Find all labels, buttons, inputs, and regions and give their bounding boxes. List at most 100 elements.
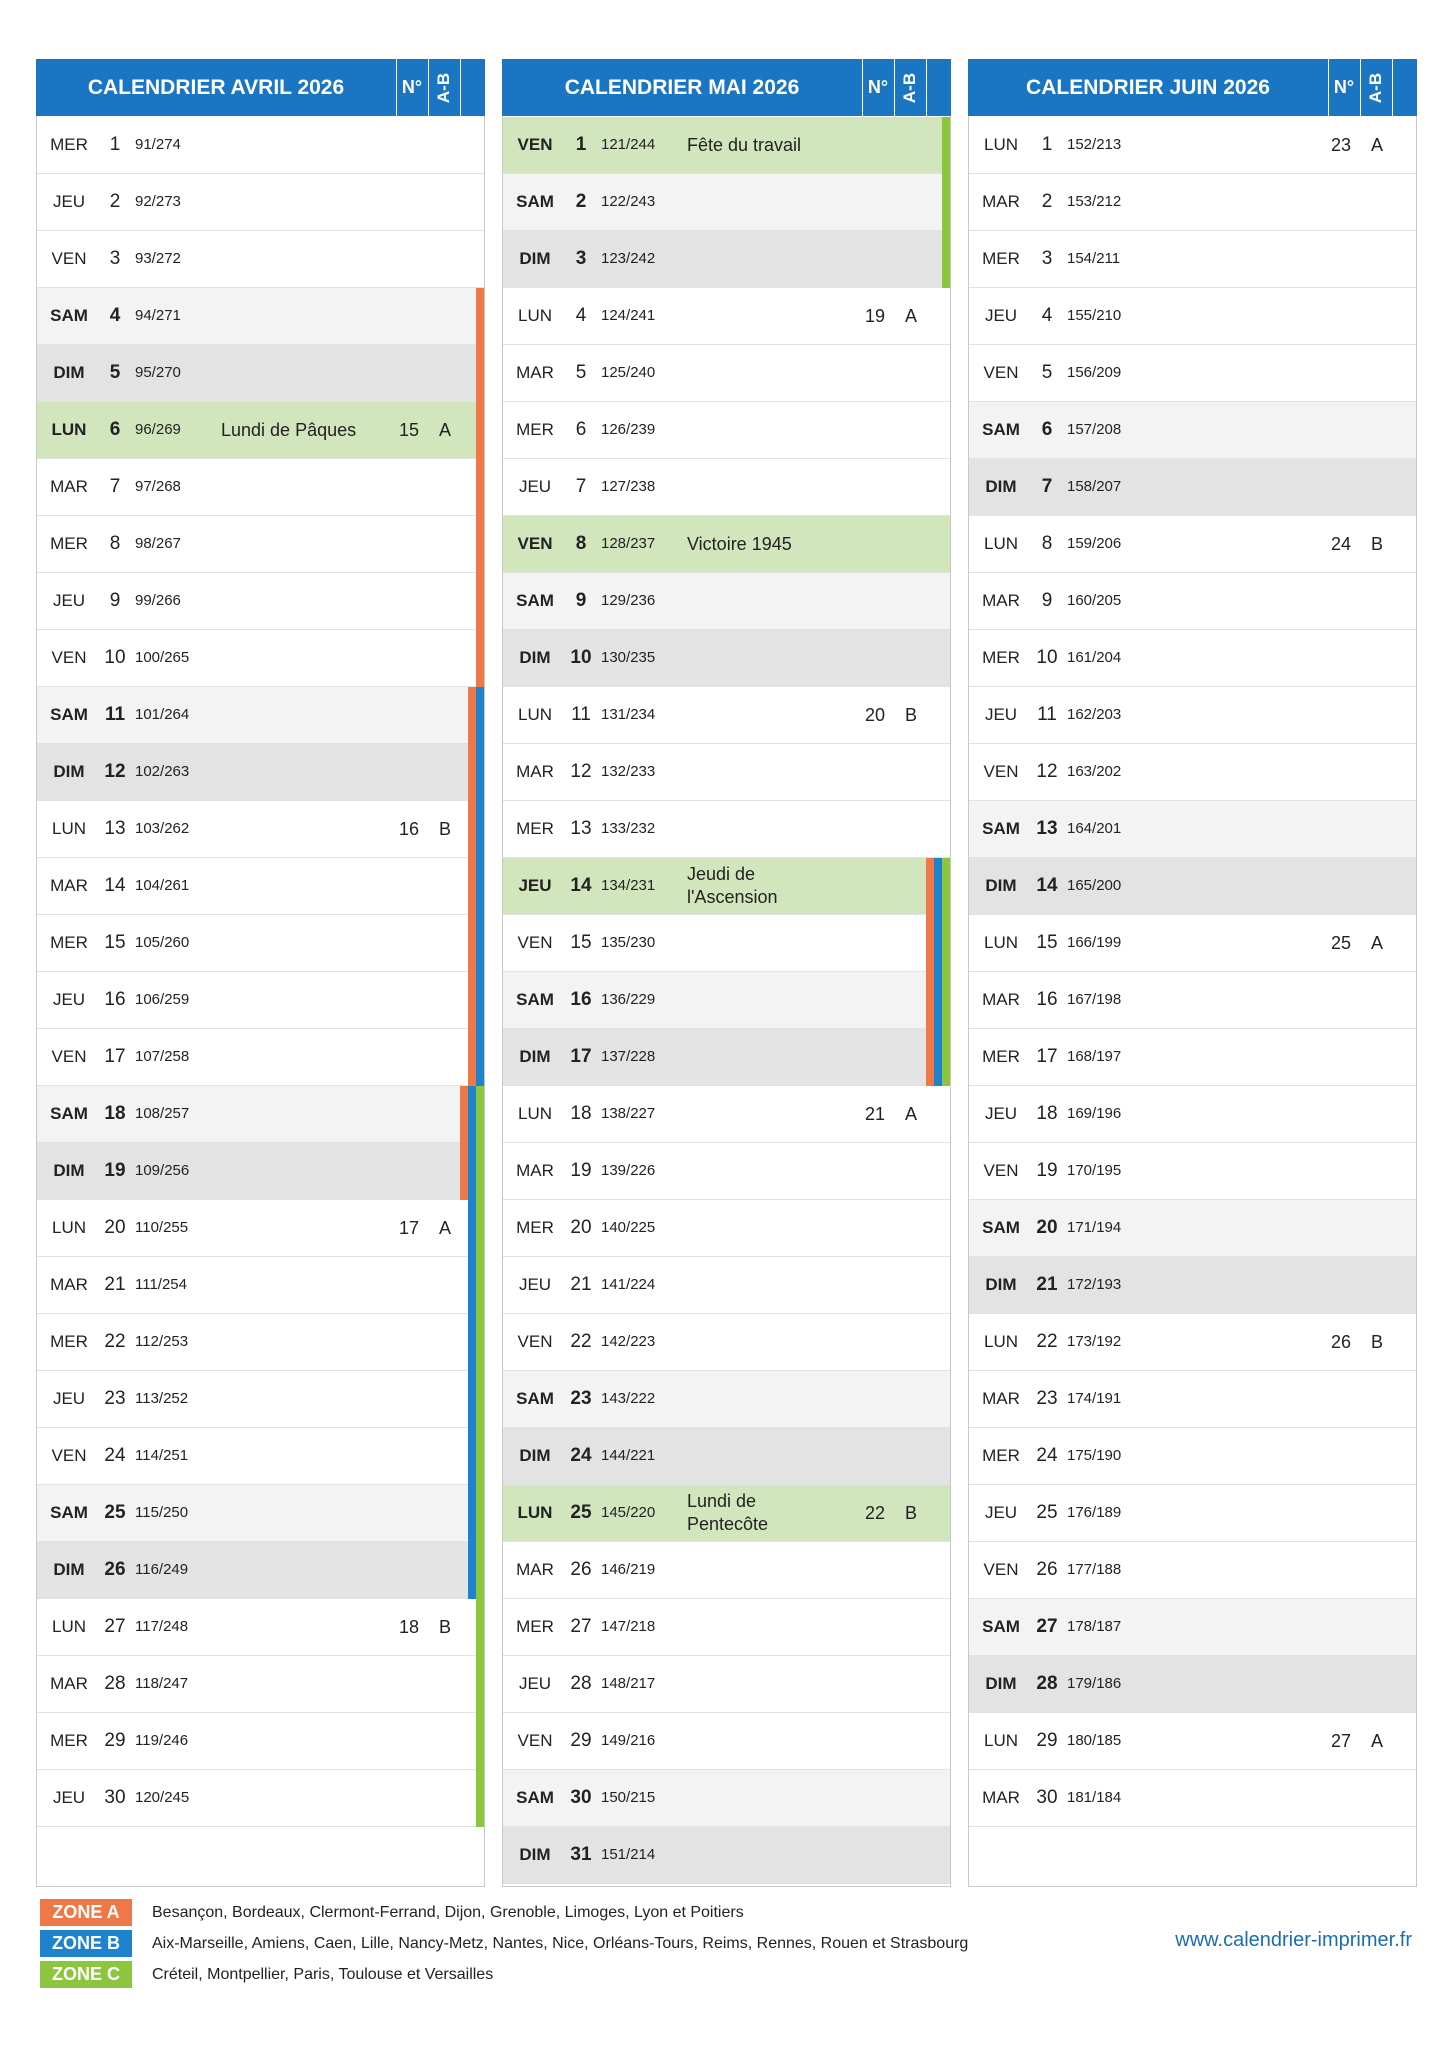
zone-b-cities: Aix-Marseille, Amiens, Caen, Lille, Nanc… bbox=[152, 1935, 969, 1952]
day-number: 16 bbox=[1036, 989, 1058, 1010]
month-title: CALENDRIER MAI 2026 bbox=[564, 76, 800, 99]
day-row: MAR 21 111/254 bbox=[37, 1257, 484, 1314]
day-number: 17 bbox=[104, 1046, 126, 1067]
day-of-year: 170/195 bbox=[1067, 1162, 1122, 1179]
zone-b-holiday-bar bbox=[934, 858, 942, 915]
month-april: CALENDRIER AVRIL 2026 N° A-B MER 1 91/274 J… bbox=[36, 59, 485, 1887]
day-number: 29 bbox=[104, 1730, 126, 1751]
day-number: 7 bbox=[1041, 476, 1053, 497]
day-number: 23 bbox=[570, 1388, 592, 1409]
day-of-year: 149/216 bbox=[601, 1732, 656, 1749]
day-row: LUN 1 152/213 23 A bbox=[969, 117, 1416, 174]
day-number: 3 bbox=[109, 248, 121, 269]
day-of-year: 120/245 bbox=[135, 1789, 190, 1806]
day-row: JEU 11 162/203 bbox=[969, 687, 1416, 744]
day-name: DIM bbox=[53, 1161, 85, 1180]
day-row: VEN 1 121/244 Fête du travail bbox=[503, 117, 950, 174]
day-of-year: 130/235 bbox=[601, 649, 656, 666]
day-row: MAR 9 160/205 bbox=[969, 573, 1416, 630]
day-name: LUN bbox=[983, 135, 1018, 154]
zone-c-holiday-bar bbox=[476, 1770, 484, 1827]
day-of-year: 176/189 bbox=[1067, 1504, 1122, 1521]
day-of-year: 125/240 bbox=[601, 364, 656, 381]
day-of-year: 171/194 bbox=[1067, 1219, 1122, 1236]
day-number: 27 bbox=[104, 1616, 126, 1637]
day-name: MAR bbox=[516, 363, 554, 382]
day-name: VEN bbox=[983, 762, 1019, 781]
zone-b-holiday-bar bbox=[476, 915, 484, 972]
day-row: VEN 17 107/258 bbox=[37, 1029, 484, 1086]
day-of-year: 97/268 bbox=[135, 478, 181, 495]
day-name: LUN bbox=[517, 1104, 552, 1123]
day-of-year: 150/215 bbox=[601, 1789, 656, 1806]
day-row: SAM 18 108/257 bbox=[37, 1086, 484, 1143]
day-name: MER bbox=[50, 135, 88, 154]
zone-a-holiday-bar bbox=[468, 915, 476, 972]
zone-b-holiday-bar bbox=[476, 744, 484, 801]
zone-a-holiday-bar bbox=[476, 459, 484, 516]
day-of-year: 110/255 bbox=[135, 1219, 189, 1236]
day-row: DIM 12 102/263 bbox=[37, 744, 484, 801]
day-row: JEU 7 127/238 bbox=[503, 459, 950, 516]
day-name: MAR bbox=[982, 192, 1020, 211]
website-link[interactable]: www.calendrier-imprimer.fr bbox=[1175, 1929, 1412, 1952]
day-name: MAR bbox=[982, 591, 1020, 610]
day-of-year: 154/211 bbox=[1067, 250, 1121, 267]
day-of-year: 98/267 bbox=[135, 535, 181, 552]
day-of-year: 141/224 bbox=[601, 1276, 656, 1293]
day-row: SAM 30 150/215 bbox=[503, 1770, 950, 1827]
day-row: LUN 13 103/262 16 B bbox=[37, 801, 484, 858]
day-name: MER bbox=[50, 534, 88, 553]
day-number: 10 bbox=[1036, 647, 1058, 668]
day-name: VEN bbox=[51, 1446, 87, 1465]
ab-week-header: A-B bbox=[1366, 72, 1385, 103]
zone-b-holiday-bar bbox=[468, 1542, 476, 1599]
day-row: VEN 26 177/188 bbox=[969, 1542, 1416, 1599]
day-name: MAR bbox=[50, 1674, 88, 1693]
day-name: MER bbox=[982, 1446, 1020, 1465]
day-row: MER 17 168/197 bbox=[969, 1029, 1416, 1086]
day-of-year: 144/221 bbox=[601, 1447, 656, 1464]
zone-a-badge: ZONE A bbox=[40, 1899, 132, 1926]
day-row: LUN 18 138/227 21 A bbox=[503, 1086, 950, 1143]
zone-a-holiday-bar bbox=[460, 1143, 468, 1200]
day-number: 1 bbox=[575, 134, 587, 155]
day-number: 16 bbox=[570, 989, 592, 1010]
day-name: JEU bbox=[984, 705, 1018, 724]
day-row: DIM 14 165/200 bbox=[969, 858, 1416, 915]
zone-c-holiday-bar bbox=[476, 1485, 484, 1542]
day-row: MAR 12 132/233 bbox=[503, 744, 950, 801]
zone-a-holiday-bar bbox=[460, 1086, 468, 1143]
day-number: 1 bbox=[1041, 134, 1053, 155]
week-number: 27 bbox=[1330, 1731, 1352, 1751]
month-june: CALENDRIER JUIN 2026 N° A-B LUN 1 152/213 2… bbox=[968, 59, 1417, 1887]
week-number: 16 bbox=[398, 819, 420, 839]
day-row: LUN 25 145/220 Lundi de Pentecôte 22 B bbox=[503, 1485, 950, 1542]
day-number: 25 bbox=[570, 1502, 592, 1523]
day-of-year: 162/203 bbox=[1067, 706, 1122, 723]
day-of-year: 145/220 bbox=[601, 1504, 656, 1521]
day-number: 22 bbox=[1036, 1331, 1058, 1352]
day-of-year: 107/258 bbox=[135, 1048, 190, 1065]
header-divider bbox=[926, 59, 927, 116]
zone-a-holiday-bar bbox=[468, 1029, 476, 1086]
day-row: MER 27 147/218 bbox=[503, 1599, 950, 1656]
holiday-name: Jeudi de l'Ascension bbox=[687, 864, 778, 907]
day-row: VEN 19 170/195 bbox=[969, 1143, 1416, 1200]
day-name: LUN bbox=[51, 420, 87, 439]
day-name: LUN bbox=[517, 705, 552, 724]
day-name: LUN bbox=[983, 1332, 1018, 1351]
day-row: MER 22 112/253 bbox=[37, 1314, 484, 1371]
day-of-year: 161/204 bbox=[1067, 649, 1122, 666]
header-divider bbox=[1392, 59, 1393, 116]
day-name: VEN bbox=[983, 1161, 1019, 1180]
holiday-name: Lundi de Pâques bbox=[221, 419, 357, 440]
day-name: SAM bbox=[982, 420, 1020, 439]
zone-a-holiday-bar bbox=[468, 687, 476, 744]
day-name: DIM bbox=[985, 1674, 1017, 1693]
day-row: VEN 10 100/265 bbox=[37, 630, 484, 687]
ab-week-header: A-B bbox=[900, 72, 919, 103]
day-of-year: 117/248 bbox=[135, 1618, 189, 1635]
day-row: JEU 2 92/273 bbox=[37, 174, 484, 231]
day-row: SAM 13 164/201 bbox=[969, 801, 1416, 858]
